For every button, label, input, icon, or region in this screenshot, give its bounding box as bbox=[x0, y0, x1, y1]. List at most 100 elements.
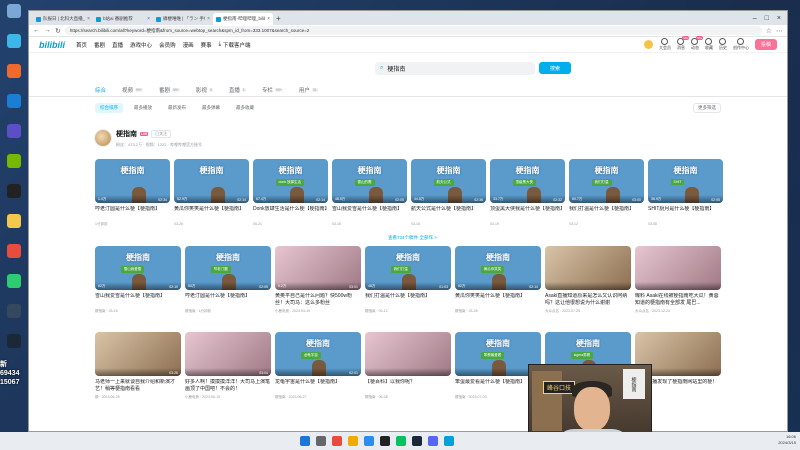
video-thumbnail[interactable]: 梗指南 龙龟宇宙 02:01 bbox=[275, 332, 361, 376]
up-avatar[interactable] bbox=[94, 129, 112, 147]
video-thumbnail[interactable]: 梗指南 哼老汀圆 50万 02:05 bbox=[185, 246, 271, 290]
app-icon[interactable] bbox=[428, 436, 438, 446]
favorites-button[interactable]: 收藏 bbox=[705, 38, 713, 51]
history-button[interactable]: 历史 bbox=[719, 38, 727, 51]
close-icon[interactable]: × bbox=[267, 16, 270, 22]
search-input[interactable]: ⌕ 梗指南 bbox=[375, 61, 535, 75]
browser-tab[interactable]: b站ai 番剧推荐 × bbox=[93, 13, 153, 25]
desktop-icon[interactable] bbox=[3, 184, 25, 210]
video-title[interactable]: 雪山我爱雪是什么梗【梗指南】 bbox=[95, 293, 181, 307]
video-card[interactable]: 梗指南 雪山我爱雪 62万 02:10 雪山我爱雪是什么梗【梗指南】 梗指南 · 03-1… bbox=[95, 246, 181, 314]
avatar[interactable] bbox=[643, 40, 653, 49]
search-icon[interactable] bbox=[316, 436, 326, 446]
video-card[interactable]: Asaki直播知道原来是怎么又认识阿纳吗？这让他很想说为什么谢谢 大众点名 · 2… bbox=[545, 246, 631, 314]
video-title[interactable]: 马老师一上来就谈自我介绍和新演才艺！稍等梗指南看看 bbox=[95, 379, 181, 393]
video-title[interactable]: 【梗百科】以我你呢？ bbox=[365, 379, 451, 393]
close-icon[interactable]: × bbox=[207, 16, 210, 22]
video-title[interactable]: 哼老汀圆是什么梗【梗指南】 bbox=[185, 293, 271, 307]
video-card[interactable]: 【梗百科】以我你呢？ 梗指南 · 05-08 bbox=[365, 332, 451, 400]
clock[interactable]: 16:06 2024/3/15 bbox=[778, 434, 796, 446]
tab-all[interactable]: 综合 bbox=[95, 86, 106, 94]
video-title[interactable]: 黄瓜你笑笑是什么梗【梗指南】 bbox=[455, 293, 541, 307]
video-thumbnail[interactable]: 梗指南 我们打温 48万 01:03 bbox=[365, 246, 451, 290]
tab-live[interactable]: 直播 1 bbox=[229, 86, 246, 94]
forward-icon[interactable]: → bbox=[44, 27, 51, 34]
video-title[interactable]: 曝料 Asaki在线被梗指南吃大瓜！黄蓉知道的梗指南有全部发 尾巴... bbox=[635, 293, 721, 307]
nav-item[interactable]: 直播 bbox=[112, 41, 123, 49]
video-thumbnail[interactable]: 03:04 bbox=[185, 332, 271, 376]
video-thumbnail[interactable] bbox=[545, 246, 631, 290]
new-tab-icon[interactable]: + bbox=[276, 14, 281, 23]
video-card[interactable]: 梗指南 我们打温 48万 01:03 我们打温是什么梗【梗指南】 梗指南 · 03-12 bbox=[365, 246, 451, 314]
close-window-icon[interactable]: × bbox=[777, 15, 781, 22]
minimize-icon[interactable]: – bbox=[753, 15, 757, 22]
video-thumbnail[interactable]: 03:26 bbox=[95, 332, 181, 376]
app-icon[interactable] bbox=[332, 436, 342, 446]
video-title[interactable]: 雪山我爱雪是什么梗【梗指南】 bbox=[332, 206, 407, 220]
video-title[interactable]: 好多人啊！摸摸摸洋洋！大司马上演笔画顶了中国吧！不会的！ bbox=[185, 379, 271, 393]
video-card[interactable]: 梗指南 黄瓜你笑笑 52万 02:14 黄瓜你笑笑是什么梗【梗指南】 梗指南 · 03-2… bbox=[455, 246, 541, 314]
video-card[interactable]: 梗指南 52.9万 02:14 黄瓜你笑笑是什么梗【梗指南】 03-26 bbox=[174, 159, 249, 226]
video-title[interactable]: 黄奥平自己是什么问题？快500w粉丝！大司马：这么多粉丝 bbox=[275, 293, 361, 307]
tab-film[interactable]: 影视 0 bbox=[196, 86, 213, 94]
obs-icon[interactable] bbox=[380, 436, 390, 446]
video-title[interactable]: 我们打温是什么梗【梗指南】 bbox=[365, 293, 451, 307]
start-icon[interactable] bbox=[300, 436, 310, 446]
nav-item[interactable]: 漫画 bbox=[183, 41, 194, 49]
desktop-icon[interactable] bbox=[3, 334, 25, 360]
video-title[interactable]: 我们打温是什么梗【梗指南】 bbox=[569, 206, 644, 220]
video-card[interactable]: 梗指南 donk 放肆生活 67.4万 02:14 Donk放肆生活是什么梗【梗指南】 0… bbox=[253, 159, 328, 226]
desktop-icon[interactable] bbox=[3, 274, 25, 300]
maximize-icon[interactable]: □ bbox=[765, 15, 769, 22]
url-field[interactable]: https://search.bilibili.com/all?keyword=… bbox=[64, 26, 762, 35]
video-card[interactable]: 03:26 马老师一上来就谈自我介绍和新演才艺！稍等梗指南看看梗 · 2023-0… bbox=[95, 332, 181, 400]
steam-icon[interactable] bbox=[412, 436, 422, 446]
video-title[interactable]: 哼老汀圆是什么梗【梗指南】 bbox=[95, 206, 170, 220]
filter-default[interactable]: 综合排序 bbox=[95, 103, 123, 113]
menu-icon[interactable]: ⋯ bbox=[776, 27, 783, 35]
up-name[interactable]: 梗指南 bbox=[116, 129, 137, 139]
filter-most-danmaku[interactable]: 最多弹幕 bbox=[197, 103, 225, 113]
video-card[interactable]: 梗指南 1.4万 02:34 哼老汀圆是什么梗【梗指南】 1分钟前 bbox=[95, 159, 170, 227]
desktop-icon[interactable] bbox=[3, 4, 25, 30]
star-icon[interactable]: ☆ bbox=[766, 27, 772, 35]
video-thumbnail[interactable] bbox=[635, 246, 721, 290]
video-thumbnail[interactable]: 梗指南 雪山我爱雪 62万 02:10 bbox=[95, 246, 181, 290]
folder-icon[interactable] bbox=[348, 436, 358, 446]
video-card[interactable]: 曝料 Asaki在线被梗指南吃大瓜！黄蓉知道的梗指南有全部发 尾巴... 大众点名… bbox=[635, 246, 721, 314]
video-card[interactable]: 梗指南 我们打温 60.7万 03:00 我们打温是什么梗【梗指南】 03-12 bbox=[569, 159, 644, 226]
video-thumbnail[interactable]: 梗指南 顶级黑大侠 33.7万 02:32 bbox=[490, 159, 565, 203]
video-title[interactable]: 顶蛋黑大侠我是什么梗【梗指南】 bbox=[490, 206, 565, 220]
bilibili-logo[interactable]: bilibili bbox=[39, 40, 65, 50]
video-title[interactable]: Donk放肆生活是什么梗【梗指南】 bbox=[253, 206, 328, 220]
nav-item[interactable]: 首页 bbox=[76, 41, 87, 49]
nav-item[interactable]: 游戏中心 bbox=[130, 41, 152, 49]
video-thumbnail[interactable]: 梗指南 雪山的鹰 48.5万 02:05 bbox=[332, 159, 407, 203]
filter-most-fav[interactable]: 最多收藏 bbox=[231, 103, 259, 113]
upload-button[interactable]: 投稿 bbox=[754, 39, 777, 50]
bilibili-icon[interactable] bbox=[444, 436, 454, 446]
video-thumbnail[interactable]: 梗指南 航天公式 44.8万 02:36 bbox=[411, 159, 486, 203]
desktop-icon[interactable] bbox=[3, 94, 25, 120]
browser-tab[interactable]: 磷梗唯唯 | 「ラン 手机 - bilibili× bbox=[153, 13, 213, 25]
back-icon[interactable]: ← bbox=[33, 27, 40, 34]
filter-most-play[interactable]: 最多播放 bbox=[129, 103, 157, 113]
video-thumbnail[interactable]: 梗指南 donk 放肆生活 67.4万 02:14 bbox=[253, 159, 328, 203]
creator-center-button[interactable]: 创作中心 bbox=[733, 38, 749, 51]
video-title[interactable]: Asaki直播知道原来是怎么又认识阿纳吗？这让他很想说为什么谢谢 bbox=[545, 293, 631, 307]
video-card[interactable]: 梗指南 雪山的鹰 48.5万 02:05 雪山我爱雪是什么梗【梗指南】 03-16 bbox=[332, 159, 407, 226]
desktop-icon[interactable] bbox=[3, 244, 25, 270]
search-button[interactable]: 搜索 bbox=[539, 62, 571, 74]
more-videos-link[interactable]: 查看734个稿件·全部作 > bbox=[388, 235, 437, 241]
tab-video[interactable]: 视频 99+ bbox=[122, 86, 143, 94]
download-client-link[interactable]: ⤓ 下载客户端 bbox=[219, 41, 251, 49]
video-card[interactable]: 梗指南 顶级黑大侠 33.7万 02:32 顶蛋黑大侠我是什么梗【梗指南】 03-19 bbox=[490, 159, 565, 226]
close-icon[interactable]: × bbox=[87, 16, 90, 22]
desktop-icon[interactable] bbox=[3, 124, 25, 150]
video-thumbnail[interactable]: 梗指南 我们打温 60.7万 03:00 bbox=[569, 159, 644, 203]
video-title[interactable]: SHIT厨月是什么梗【梗指南】 bbox=[648, 206, 723, 220]
video-thumbnail[interactable]: 梗指南 52.9万 02:14 bbox=[174, 159, 249, 203]
video-card[interactable]: 梗指南 航天公式 44.8万 02:36 航天公式是什么梗【梗指南】 03-16 bbox=[411, 159, 486, 226]
video-thumbnail[interactable]: 梗指南 1.4万 02:34 bbox=[95, 159, 170, 203]
video-thumbnail[interactable]: 梗指南 SHIT 36.9万 02:05 bbox=[648, 159, 723, 203]
